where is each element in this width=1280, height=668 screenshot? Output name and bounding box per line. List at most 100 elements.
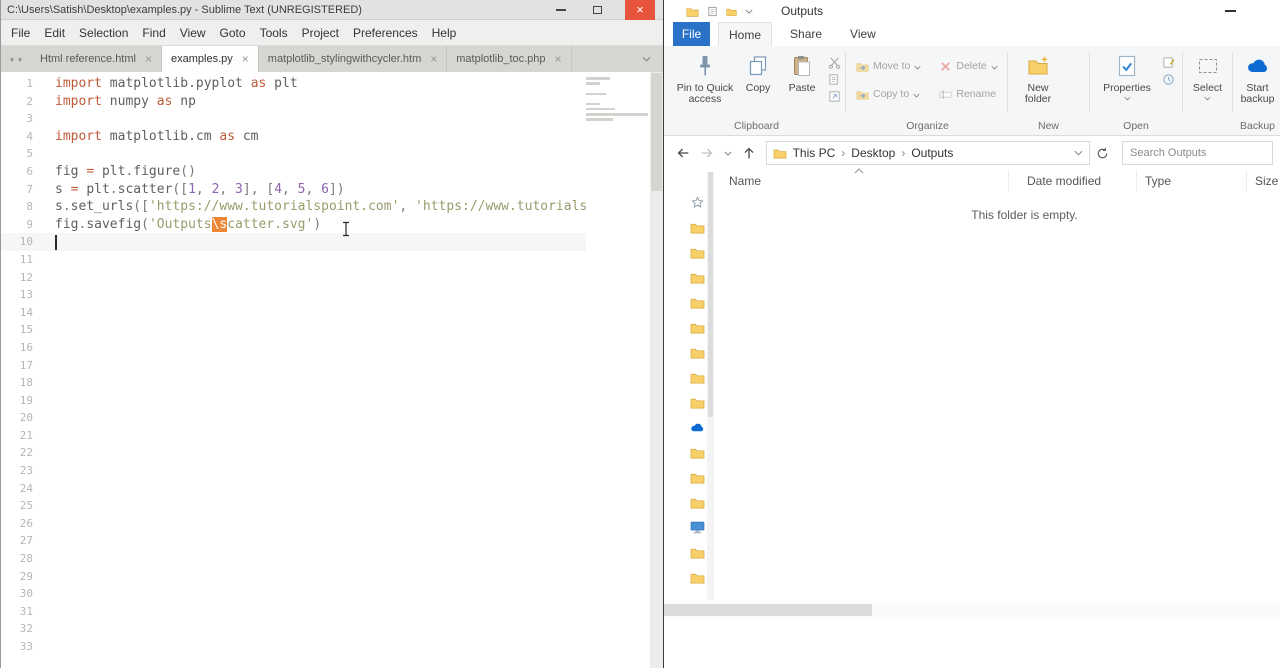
code-line[interactable] <box>55 568 586 586</box>
folder-icon[interactable] <box>690 546 705 559</box>
code-line[interactable] <box>55 357 586 375</box>
tab-close-icon[interactable]: × <box>430 52 437 66</box>
code-line[interactable] <box>55 515 586 533</box>
close-button[interactable]: × <box>625 0 655 20</box>
address-bar[interactable]: This PC › Desktop › Outputs <box>765 141 1091 165</box>
ribbon-tab-share[interactable]: Share <box>780 22 832 46</box>
tab-scroll-right-icon[interactable] <box>18 56 23 63</box>
paste-shortcut-icon[interactable] <box>828 90 841 103</box>
code-line[interactable] <box>55 321 586 339</box>
folder-icon[interactable] <box>690 396 705 409</box>
code-line[interactable] <box>55 304 586 322</box>
menu-project[interactable]: Project <box>295 20 346 46</box>
folder-icon[interactable] <box>690 496 705 509</box>
ribbon-tab-file[interactable]: File <box>673 22 710 46</box>
code-line[interactable]: s = plt.scatter([1, 2, 3], [4, 5, 6]) <box>55 181 586 199</box>
folder-icon[interactable] <box>690 321 705 334</box>
menu-tools[interactable]: Tools <box>253 20 295 46</box>
menu-help[interactable]: Help <box>425 20 464 46</box>
delete-button[interactable]: Delete <box>939 59 998 73</box>
menu-goto[interactable]: Goto <box>213 20 253 46</box>
folder-icon[interactable] <box>690 271 705 284</box>
refresh-button[interactable] <box>1092 143 1112 163</box>
column-header-name[interactable]: Name <box>714 168 1009 192</box>
code-line[interactable] <box>55 585 586 603</box>
qat-dropdown-icon[interactable] <box>745 9 753 14</box>
rename-button[interactable]: Rename <box>939 87 997 101</box>
pin-to-quick-access-button[interactable]: Pin to Quick access <box>676 52 734 105</box>
sublime-titlebar[interactable]: C:\Users\Satish\Desktop\examples.py - Su… <box>1 0 663 20</box>
monitor-icon[interactable] <box>690 521 705 534</box>
code-line[interactable] <box>55 480 586 498</box>
folder-icon[interactable] <box>690 296 705 309</box>
ribbon-tab-home[interactable]: Home <box>718 22 773 46</box>
up-button[interactable] <box>738 142 760 164</box>
recent-locations-button[interactable] <box>720 142 736 164</box>
folder-icon[interactable] <box>690 571 705 584</box>
cut-icon[interactable] <box>828 56 841 69</box>
code-line[interactable]: fig = plt.figure() <box>55 163 586 181</box>
code-line[interactable] <box>55 110 586 128</box>
tab-overflow-icon[interactable] <box>642 56 651 62</box>
code-line[interactable] <box>55 286 586 304</box>
column-header-date-modified[interactable]: Date modified <box>1009 170 1137 192</box>
onedrive-icon[interactable] <box>690 421 705 434</box>
tab-html-reference[interactable]: Html reference.html × <box>31 46 162 72</box>
folder-icon[interactable] <box>690 221 705 234</box>
tab-matplotlib-stylingwithcycler[interactable]: matplotlib_stylingwithcycler.htm × <box>259 46 448 72</box>
editor-area[interactable]: 1 2 3 4 5 6 7 8 9 10 11 12 13 14 15 16 17 18 19 20 21 22 23 24 2… <box>1 72 663 668</box>
copy-path-icon[interactable] <box>828 73 841 86</box>
breadcrumb-this-pc[interactable]: This PC <box>793 146 836 160</box>
edit-icon[interactable] <box>1162 56 1175 69</box>
code-line[interactable] <box>55 532 586 550</box>
code-lines[interactable]: import matplotlib.pyplot as plt import nu… <box>55 75 586 656</box>
code-line[interactable] <box>55 392 586 410</box>
explorer-titlebar[interactable]: Outputs <box>664 0 1280 22</box>
code-line[interactable] <box>55 409 586 427</box>
code-line[interactable] <box>55 550 586 568</box>
move-to-button[interactable]: Move to <box>856 59 921 73</box>
code-line[interactable] <box>55 444 586 462</box>
tab-scroll-buttons[interactable] <box>1 46 31 72</box>
code-line[interactable] <box>55 603 586 621</box>
paste-button[interactable]: Paste <box>782 52 822 94</box>
menu-edit[interactable]: Edit <box>37 20 72 46</box>
code-line[interactable]: import matplotlib.pyplot as plt <box>55 75 586 93</box>
code-line[interactable] <box>55 339 586 357</box>
horizontal-scrollbar-thumb[interactable] <box>664 604 872 616</box>
properties-button[interactable]: Properties <box>1098 52 1156 101</box>
select-button[interactable]: Select <box>1185 52 1230 101</box>
code-line[interactable] <box>55 374 586 392</box>
breadcrumb-desktop[interactable]: Desktop <box>851 146 895 160</box>
new-folder-button[interactable]: New folder <box>1016 52 1060 105</box>
menu-selection[interactable]: Selection <box>72 20 135 46</box>
code-line[interactable] <box>55 620 586 638</box>
column-header-size[interactable]: Size <box>1247 170 1280 192</box>
breadcrumb-outputs[interactable]: Outputs <box>911 146 953 160</box>
code-line[interactable] <box>55 251 586 269</box>
sidebar-scrollbar[interactable] <box>707 172 714 600</box>
column-header-type[interactable]: Type <box>1137 170 1247 192</box>
forward-button[interactable] <box>696 142 718 164</box>
horizontal-scrollbar[interactable] <box>664 603 1280 617</box>
editor-scrollbar[interactable] <box>650 72 663 668</box>
copy-button[interactable]: Copy <box>738 52 778 94</box>
code-line[interactable]: import matplotlib.cm as cm <box>55 128 586 146</box>
history-icon[interactable] <box>1162 73 1175 86</box>
start-backup-button[interactable]: Start backup <box>1235 52 1280 105</box>
minimap[interactable] <box>586 76 650 244</box>
copy-to-button[interactable]: Copy to <box>856 87 921 101</box>
star-icon[interactable] <box>690 196 705 209</box>
search-input[interactable] <box>1122 141 1273 165</box>
folder-icon[interactable] <box>690 246 705 259</box>
menu-view[interactable]: View <box>173 20 213 46</box>
code-line[interactable]: s.set_urls(['https://www.tutorialspoint.… <box>55 198 586 216</box>
tab-examples-py[interactable]: examples.py × <box>162 46 259 72</box>
code-line[interactable] <box>55 233 586 251</box>
sidebar-scrollbar-thumb[interactable] <box>708 172 713 417</box>
tab-close-icon[interactable]: × <box>145 52 152 66</box>
folder-icon[interactable] <box>690 446 705 459</box>
tab-close-icon[interactable]: × <box>242 52 249 66</box>
folder-icon[interactable] <box>690 471 705 484</box>
qat-properties-icon[interactable] <box>707 6 718 17</box>
